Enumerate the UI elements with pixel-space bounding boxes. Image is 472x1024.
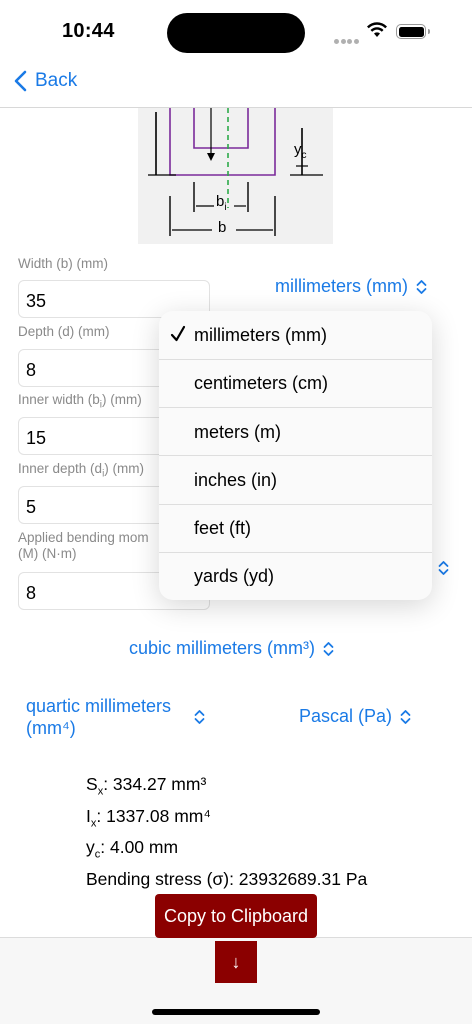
diagram-label-bi: bi: [216, 193, 227, 213]
section-modulus-unit-label: cubic millimeters (mm³): [129, 638, 315, 658]
chevron-up-down-icon: [416, 279, 427, 294]
back-label: Back: [35, 70, 78, 91]
status-time: 10:44: [62, 20, 115, 42]
dropdown-option-yards[interactable]: yards (yd): [159, 552, 432, 600]
moment-of-inertia-unit-label-line1: quartic millimeters: [26, 696, 172, 716]
status-bar: 10:44: [0, 0, 472, 62]
home-indicator[interactable]: [152, 1009, 320, 1015]
dynamic-island: [167, 13, 305, 53]
results-block: Sx: 334.27 mm³ Ix: 1337.08 mm⁴ yc: 4.00 …: [86, 772, 367, 891]
dropdown-option-centimeters[interactable]: centimeters (cm): [159, 359, 432, 407]
inner-width-label: Inner width (bi) (mm): [18, 392, 142, 411]
result-section-modulus: Sx: 334.27 mm³: [86, 774, 207, 798]
result-bending-stress: Bending stress (σ): 23932689.31 Pa: [86, 868, 368, 889]
length-unit-dropdown: millimeters (mm) centimeters (cm) meters…: [159, 311, 432, 600]
scroll-down-button[interactable]: ↓: [215, 941, 257, 983]
cross-section-diagram: yc bi b: [138, 108, 333, 244]
arrow-down-icon: ↓: [231, 951, 241, 972]
moment-of-inertia-unit-label-line2: (mm⁴): [26, 718, 76, 738]
length-unit-picker[interactable]: millimeters (mm): [275, 276, 427, 297]
back-button[interactable]: Back: [14, 70, 77, 92]
chevron-up-down-icon: [323, 641, 334, 656]
stress-unit-label: Pascal (Pa): [299, 706, 393, 726]
diagram-label-yc: yc: [294, 141, 307, 161]
width-label: Width (b) (mm): [18, 256, 108, 271]
copy-to-clipboard-button[interactable]: Copy to Clipboard: [155, 894, 317, 938]
chevron-up-down-icon: [194, 710, 205, 724]
result-centroid: yc: 4.00 mm: [86, 837, 179, 861]
moment-of-inertia-unit-picker[interactable]: quartic millimeters (mm⁴): [26, 695, 205, 739]
diagram-label-b: b: [218, 219, 227, 236]
navigation-bar: Back: [0, 62, 472, 108]
chevron-up-down-icon[interactable]: [438, 560, 449, 576]
dropdown-option-feet[interactable]: feet (ft): [159, 504, 432, 552]
wifi-icon: [366, 22, 388, 43]
dropdown-option-inches[interactable]: inches (in): [159, 456, 432, 504]
cellular-signal-icon: [334, 31, 360, 49]
bending-moment-label: Applied bending mom (M) (N·m): [18, 530, 149, 561]
chevron-up-down-icon: [400, 709, 411, 724]
result-moment-of-inertia: Ix: 1337.08 mm⁴: [86, 805, 211, 830]
checkmark-icon: [170, 325, 186, 342]
dropdown-option-meters[interactable]: meters (m): [159, 408, 432, 456]
section-modulus-unit-picker[interactable]: cubic millimeters (mm³): [129, 638, 334, 659]
inner-depth-label: Inner depth (di) (mm): [18, 461, 145, 480]
stress-unit-picker[interactable]: Pascal (Pa): [299, 706, 411, 727]
battery-icon: [396, 24, 430, 39]
chevron-left-icon: [14, 70, 27, 92]
depth-label: Depth (d) (mm): [18, 324, 110, 339]
dropdown-option-millimeters[interactable]: millimeters (mm): [159, 311, 432, 359]
length-unit-picker-label: millimeters (mm): [275, 276, 408, 296]
